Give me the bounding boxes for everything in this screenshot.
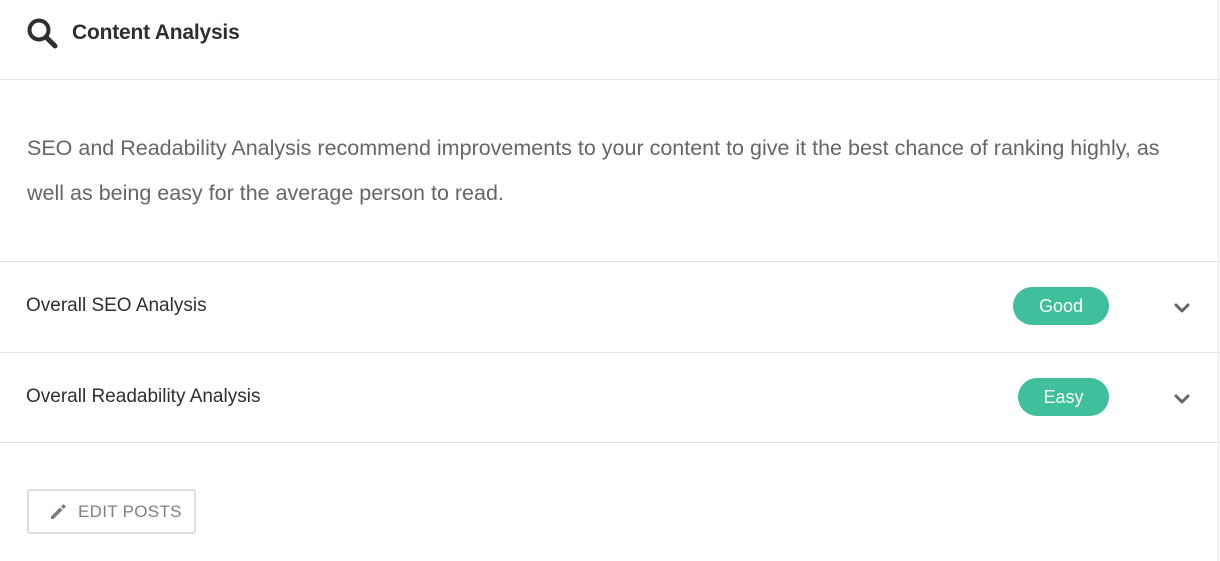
readability-status-badge: Easy <box>1018 378 1109 416</box>
content-analysis-panel: Content Analysis SEO and Readability Ana… <box>0 0 1219 561</box>
readability-analysis-label: Overall Readability Analysis <box>26 386 261 407</box>
edit-posts-label: EDIT POSTS <box>78 502 182 521</box>
seo-analysis-label: Overall SEO Analysis <box>26 295 207 316</box>
seo-analysis-row[interactable]: Overall SEO Analysis Good <box>0 261 1218 352</box>
seo-status-badge: Good <box>1013 287 1109 325</box>
chevron-down-icon[interactable] <box>1173 302 1191 314</box>
page-title: Content Analysis <box>72 21 240 44</box>
readability-analysis-row[interactable]: Overall Readability Analysis Easy <box>0 352 1218 443</box>
search-icon <box>27 18 58 49</box>
chevron-down-icon[interactable] <box>1173 393 1191 405</box>
pencil-icon <box>51 504 66 519</box>
analysis-description: SEO and Readability Analysis recommend i… <box>27 136 1160 205</box>
edit-posts-button[interactable]: EDIT POSTS <box>27 489 196 534</box>
panel-header: Content Analysis <box>0 0 1218 80</box>
